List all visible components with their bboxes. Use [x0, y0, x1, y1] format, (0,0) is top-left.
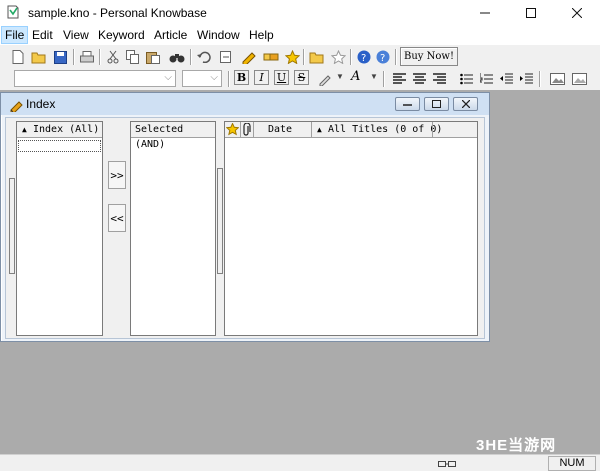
toolbar-separator	[228, 71, 230, 87]
link-icon[interactable]	[262, 48, 280, 66]
connection-icon	[438, 458, 456, 471]
watermark-logo: 3HE当游网	[476, 437, 557, 454]
child-minimize-button[interactable]	[395, 97, 420, 111]
menu-article[interactable]: Article	[151, 26, 190, 44]
toolbar-separator	[99, 49, 101, 65]
find-binoculars-icon[interactable]	[168, 48, 186, 66]
titles-panel: Date ▲ All Titles (0 of 0)	[224, 121, 478, 336]
selected-panel: Selected (AND)	[130, 121, 216, 336]
highlighter-icon[interactable]	[316, 70, 334, 88]
align-right-icon[interactable]	[430, 70, 448, 88]
minimize-button[interactable]	[462, 0, 508, 26]
child-restore-button[interactable]	[424, 97, 449, 111]
insert-image-icon[interactable]	[548, 70, 566, 88]
italic-button[interactable]: I	[254, 70, 269, 85]
insert-object-icon[interactable]	[570, 70, 588, 88]
sort-up-icon: ▲	[317, 125, 322, 134]
attachment-paperclip-icon[interactable]	[243, 122, 251, 141]
keyword-pencil-icon[interactable]	[240, 48, 258, 66]
selected-column-header[interactable]: Selected (AND)	[131, 122, 215, 150]
undo-icon[interactable]	[195, 48, 213, 66]
index-window-title: Index	[26, 97, 56, 111]
column-divider	[253, 122, 254, 137]
favorite-star-icon[interactable]	[283, 48, 301, 66]
cut-icon[interactable]	[104, 48, 122, 66]
chevron-down-icon: ⌵	[164, 72, 172, 83]
menu-edit[interactable]: Edit	[29, 26, 56, 44]
index-filter-input[interactable]	[18, 140, 101, 152]
context-help-icon[interactable]: ?	[374, 48, 392, 66]
format-toolbar: ⌵ ⌵ B I U S ▼ A ▼	[0, 68, 600, 90]
index-pencil-icon	[9, 98, 23, 115]
help-icon[interactable]: ?	[355, 48, 373, 66]
folder-icon[interactable]	[308, 48, 326, 66]
print-icon[interactable]	[78, 48, 96, 66]
new-icon[interactable]	[9, 48, 27, 66]
font-name-combo[interactable]: ⌵	[14, 70, 176, 87]
decrease-indent-icon[interactable]	[497, 70, 515, 88]
menu-bar: File Edit View Keyword Article Window He…	[0, 26, 600, 44]
numbered-list-icon[interactable]	[477, 70, 495, 88]
underline-button[interactable]: U	[274, 70, 289, 85]
menu-view[interactable]: View	[60, 26, 92, 44]
menu-help[interactable]: Help	[246, 26, 277, 44]
app-icon	[6, 5, 20, 19]
toolbar-separator	[73, 49, 75, 65]
font-size-combo[interactable]: ⌵	[182, 70, 222, 87]
copy-icon[interactable]	[124, 48, 142, 66]
index-panel: ▲ Index (All)	[16, 121, 103, 336]
open-folder-icon[interactable]	[30, 48, 48, 66]
all-titles-column-header[interactable]: All Titles (0 of 0)	[328, 122, 442, 137]
title-bar: sample.kno - Personal Knowbase	[0, 0, 600, 26]
index-window-titlebar[interactable]: Index	[1, 93, 489, 115]
index-column-header[interactable]: ▲ Index (All)	[17, 122, 102, 138]
redo-icon[interactable]	[217, 48, 235, 66]
star-outline-icon[interactable]	[329, 48, 347, 66]
increase-indent-icon[interactable]	[517, 70, 535, 88]
num-lock-indicator: NUM	[548, 456, 596, 471]
maximize-button[interactable]	[508, 0, 554, 26]
index-window-body: ▲ Index (All) >> << Selected (AND) Date	[5, 117, 485, 339]
left-splitter[interactable]	[9, 178, 15, 274]
column-divider	[311, 122, 312, 137]
bullet-list-icon[interactable]	[457, 70, 475, 88]
dropdown-arrow-icon[interactable]: ▼	[370, 72, 378, 81]
remove-keyword-button[interactable]: <<	[108, 204, 126, 232]
column-divider	[432, 122, 433, 137]
child-close-button[interactable]	[453, 97, 478, 111]
toolbar-separator	[395, 49, 397, 65]
main-toolbar: ? ? Buy Now!	[0, 44, 600, 68]
sort-up-icon: ▲	[22, 125, 27, 134]
toolbar-separator	[303, 49, 305, 65]
toolbar-separator	[190, 49, 192, 65]
dropdown-arrow-icon[interactable]: ▼	[336, 72, 344, 81]
paste-icon[interactable]	[144, 48, 162, 66]
menu-keyword[interactable]: Keyword	[95, 26, 148, 44]
svg-text:?: ?	[361, 53, 366, 64]
strikethrough-button[interactable]: S	[294, 70, 309, 85]
date-column-header[interactable]: Date	[268, 122, 292, 137]
index-window: Index ▲ Index (All) >> << Selected (AND)	[0, 92, 490, 342]
menu-file[interactable]: File	[1, 26, 29, 44]
window-title: sample.kno - Personal Knowbase	[28, 6, 207, 20]
titles-column-header: Date ▲ All Titles (0 of 0)	[225, 122, 477, 138]
align-center-icon[interactable]	[410, 70, 428, 88]
bold-button[interactable]: B	[234, 70, 249, 85]
buy-now-button[interactable]: Buy Now!	[400, 47, 458, 66]
chevron-down-icon: ⌵	[210, 72, 218, 83]
favorite-column-star-icon[interactable]	[225, 122, 240, 141]
close-button[interactable]	[554, 0, 600, 26]
menu-window[interactable]: Window	[194, 26, 243, 44]
add-keyword-button[interactable]: >>	[108, 161, 126, 189]
toolbar-separator	[383, 71, 385, 87]
save-icon[interactable]	[51, 48, 69, 66]
middle-splitter[interactable]	[217, 168, 223, 274]
font-color-button[interactable]: A	[351, 69, 360, 84]
column-divider	[240, 122, 241, 137]
status-bar: NUM	[0, 454, 600, 471]
align-left-icon[interactable]	[390, 70, 408, 88]
svg-text:?: ?	[380, 53, 385, 64]
toolbar-separator	[539, 71, 541, 87]
toolbar-separator	[350, 49, 352, 65]
